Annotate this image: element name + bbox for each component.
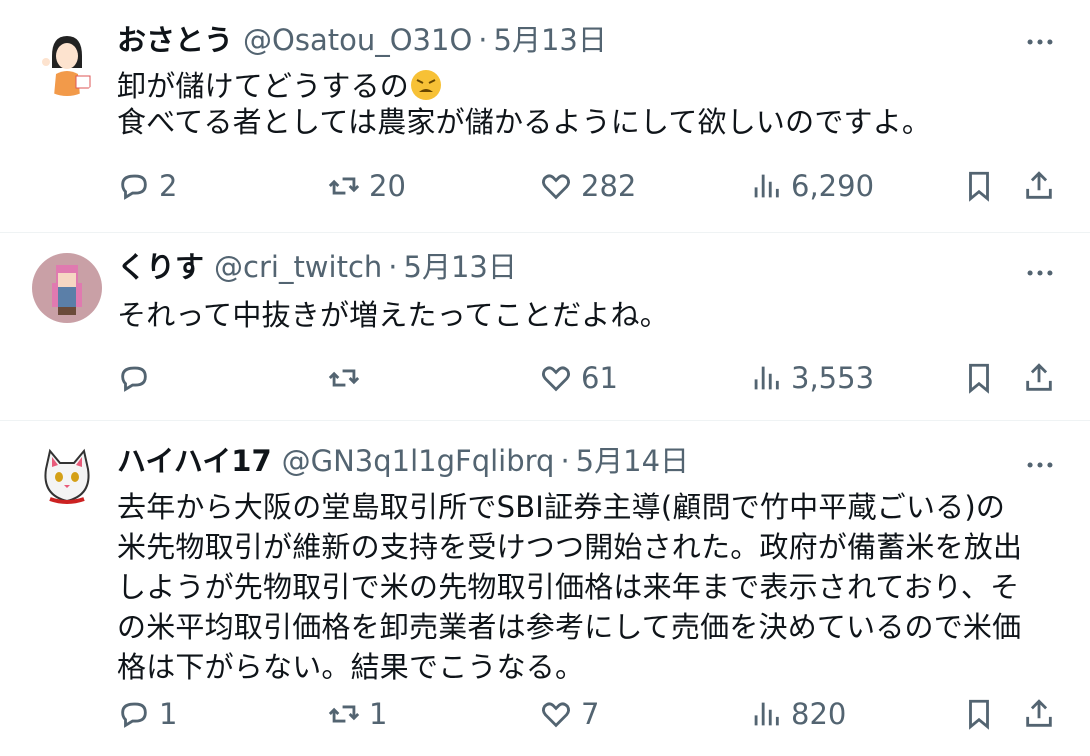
- retweet-button[interactable]: 20: [327, 165, 406, 207]
- avatar[interactable]: [32, 26, 102, 96]
- more-icon[interactable]: [1020, 445, 1060, 485]
- tweet-line: それって中抜きが増えたってことだよね。: [117, 298, 669, 332]
- tweet-line: 食べてる者としては農家が儲かるようにして欲しいのですよ。: [117, 105, 932, 139]
- tweet-line: 去年から大阪の堂島取引所でSBI証券主導(顧問で竹中平蔵ごいる)の: [117, 490, 1006, 524]
- like-button[interactable]: 7: [539, 693, 599, 735]
- view-count: 820: [791, 697, 847, 731]
- avatar[interactable]: [32, 443, 102, 513]
- separator-dot: ·: [388, 250, 398, 284]
- action-bar: 2 20 282 6,290: [117, 165, 1062, 207]
- share-icon: [1026, 699, 1052, 727]
- like-icon: [542, 174, 570, 200]
- tweet-line: の米平均取引価格を卸売業者は参考にして売価を決めているので米価: [117, 610, 1022, 644]
- views-icon: [754, 174, 779, 198]
- share-button[interactable]: [1022, 693, 1064, 735]
- bookmark-icon: [969, 699, 989, 730]
- tweet-text: 卸が儲けてどうするの 食べてる者としては農家が儲かるようにして欲しいのですよ。: [117, 68, 1067, 140]
- more-icon[interactable]: [1020, 253, 1060, 293]
- weary-face-emoji: [411, 70, 442, 100]
- tweet-date[interactable]: 5月14日: [576, 441, 689, 481]
- share-icon: [1026, 171, 1052, 199]
- tweet-1[interactable]: おさとう @Osatou_O31O · 5月13日 卸が儲けてどうするの 食べて…: [0, 0, 1090, 232]
- reply-icon: [121, 174, 147, 200]
- bookmark-button[interactable]: [962, 165, 1004, 207]
- tweet-header: おさとう @Osatou_O31O · 5月13日: [117, 20, 607, 60]
- tweet-text: それって中抜きが増えたってことだよね。: [117, 297, 1067, 333]
- user-handle[interactable]: @cri_twitch: [214, 247, 382, 287]
- display-name[interactable]: おさとう: [117, 20, 233, 60]
- reply-count: 2: [159, 169, 178, 203]
- action-bar: 1 1 7 820: [117, 693, 1062, 735]
- tweet-line: 米先物取引が維新の支持を受けつつ開始された。政府が備蓄米を放出: [117, 530, 1023, 564]
- like-button[interactable]: 61: [539, 357, 618, 399]
- reply-button[interactable]: 1: [117, 693, 177, 735]
- retweet-button[interactable]: [327, 357, 369, 399]
- share-icon: [1026, 363, 1052, 391]
- like-count: 282: [581, 169, 637, 203]
- tweet-line: 格は下がらない。結果でこうなる。: [117, 650, 585, 684]
- like-count: 7: [581, 697, 600, 731]
- retweet-count: 20: [369, 169, 406, 203]
- bookmark-icon: [969, 363, 989, 394]
- tweet-line: 卸が儲けてどうするの: [117, 69, 410, 103]
- retweet-icon: [328, 177, 360, 195]
- tweet-text: 去年から大阪の堂島取引所でSBI証券主導(顧問で竹中平蔵ごいる)の 米先物取引が…: [117, 487, 1067, 687]
- tweet-line: しようが先物取引で米の先物取引価格は来年まで表示されており、そ: [117, 570, 1020, 604]
- retweet-button[interactable]: 1: [327, 693, 387, 735]
- tweet-2[interactable]: くりす @cri_twitch · 5月13日 それって中抜きが増えたってことだ…: [0, 233, 1090, 420]
- views-button[interactable]: 3,553: [749, 357, 874, 399]
- bookmark-icon: [969, 171, 989, 202]
- retweet-icon: [328, 369, 360, 387]
- views-icon: [754, 366, 779, 390]
- reply-button[interactable]: [117, 357, 159, 399]
- like-icon: [542, 366, 570, 392]
- avatar[interactable]: [32, 253, 102, 323]
- like-count: 61: [581, 361, 618, 395]
- action-bar: 61 3,553: [117, 357, 1062, 399]
- separator-dot: ·: [560, 444, 570, 478]
- views-icon: [754, 702, 779, 726]
- tweet-header: くりす @cri_twitch · 5月13日: [117, 247, 517, 287]
- user-handle[interactable]: @GN3q1l1gFqlibrq: [282, 441, 555, 481]
- display-name[interactable]: くりす: [117, 247, 204, 287]
- reply-icon: [121, 366, 147, 392]
- tweet-date[interactable]: 5月13日: [494, 20, 607, 60]
- like-button[interactable]: 282: [539, 165, 636, 207]
- tweet-date[interactable]: 5月13日: [404, 247, 517, 287]
- view-count: 6,290: [791, 169, 875, 203]
- separator-dot: ·: [478, 23, 488, 57]
- share-button[interactable]: [1022, 357, 1064, 399]
- share-button[interactable]: [1022, 165, 1064, 207]
- tweet-header: ハイハイ17 @GN3q1l1gFqlibrq · 5月14日: [117, 441, 689, 481]
- more-icon[interactable]: [1020, 22, 1060, 62]
- reply-count: 1: [159, 697, 178, 731]
- like-icon: [542, 702, 570, 728]
- bookmark-button[interactable]: [962, 693, 1004, 735]
- user-handle[interactable]: @Osatou_O31O: [243, 20, 472, 60]
- bookmark-button[interactable]: [962, 357, 1004, 399]
- reply-button[interactable]: 2: [117, 165, 177, 207]
- tweet-3[interactable]: ハイハイ17 @GN3q1l1gFqlibrq · 5月14日 去年から大阪の堂…: [0, 421, 1090, 756]
- display-name[interactable]: ハイハイ17: [117, 441, 272, 481]
- views-button[interactable]: 6,290: [749, 165, 874, 207]
- retweet-count: 1: [369, 697, 388, 731]
- views-button[interactable]: 820: [749, 693, 846, 735]
- reply-icon: [121, 702, 147, 728]
- retweet-icon: [328, 705, 360, 723]
- view-count: 3,553: [791, 361, 875, 395]
